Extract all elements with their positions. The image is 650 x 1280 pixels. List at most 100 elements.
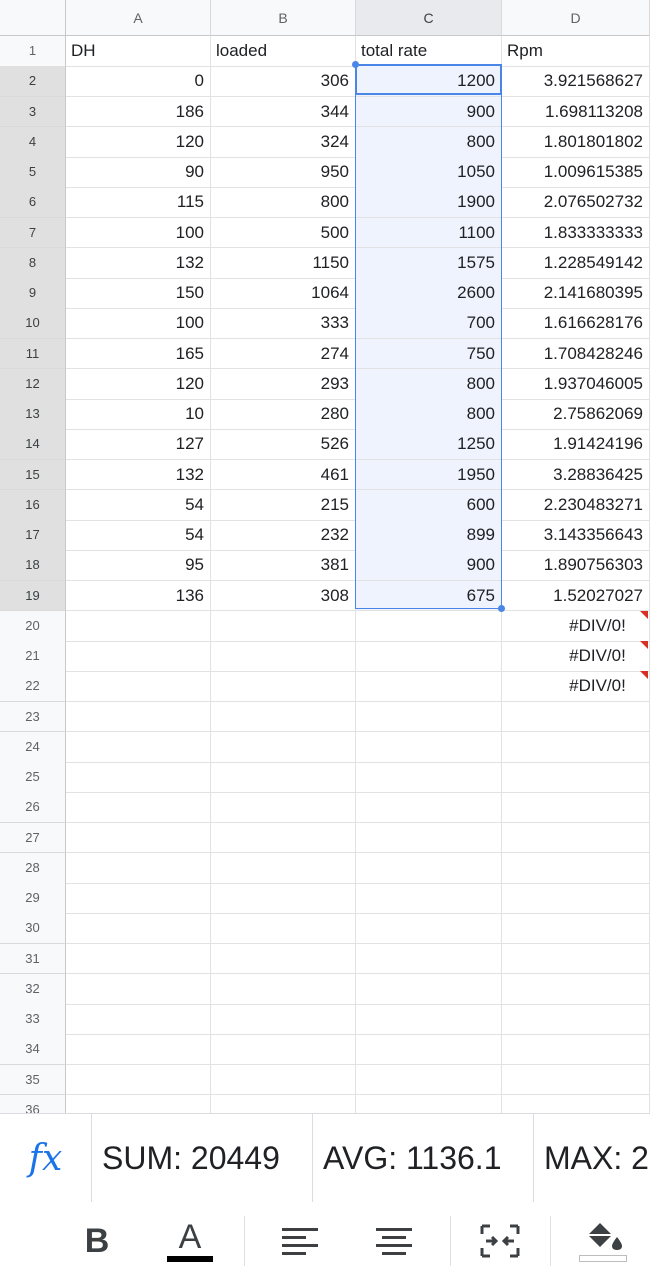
- cell-c23[interactable]: [356, 701, 502, 733]
- cell-d33[interactable]: [502, 1004, 650, 1035]
- cell-a17[interactable]: 54: [66, 520, 211, 551]
- cell-d31[interactable]: [502, 943, 650, 975]
- cell-d34[interactable]: [502, 1034, 650, 1065]
- cell-c12[interactable]: 800: [356, 368, 502, 400]
- row-header-9[interactable]: 9: [0, 278, 66, 309]
- row-header-24[interactable]: 24: [0, 731, 66, 763]
- row-header-8[interactable]: 8: [0, 247, 66, 279]
- cell-d35[interactable]: [502, 1064, 650, 1096]
- cell-b27[interactable]: [211, 822, 356, 854]
- cell-b10[interactable]: 333: [211, 308, 356, 339]
- cell-c16[interactable]: 600: [356, 489, 502, 521]
- cell-a1[interactable]: DH: [66, 36, 211, 67]
- column-header-d[interactable]: D: [502, 0, 650, 36]
- cell-d12[interactable]: 1.937046005: [502, 368, 650, 400]
- cell-b36[interactable]: [211, 1094, 356, 1113]
- cell-a29[interactable]: [66, 883, 211, 914]
- cell-a16[interactable]: 54: [66, 489, 211, 521]
- row-header-22[interactable]: 22: [0, 671, 66, 702]
- cell-a32[interactable]: [66, 973, 211, 1005]
- cell-b4[interactable]: 324: [211, 126, 356, 158]
- row-header-11[interactable]: 11: [0, 338, 66, 370]
- bold-button[interactable]: B: [66, 1202, 128, 1280]
- cell-d13[interactable]: 2.75862069: [502, 399, 650, 430]
- cell-d4[interactable]: 1.801801802: [502, 126, 650, 158]
- cell-d21[interactable]: #DIV/0!: [502, 641, 650, 672]
- cell-c35[interactable]: [356, 1064, 502, 1096]
- cell-a19[interactable]: 136: [66, 580, 211, 612]
- cell-a5[interactable]: 90: [66, 157, 211, 188]
- cell-a26[interactable]: [66, 792, 211, 823]
- formula-button[interactable]: fx: [0, 1114, 92, 1202]
- column-header-c[interactable]: C: [356, 0, 502, 36]
- row-header-4[interactable]: 4: [0, 126, 66, 158]
- row-header-6[interactable]: 6: [0, 187, 66, 218]
- cell-d14[interactable]: 1.91424196: [502, 429, 650, 460]
- spreadsheet-grid[interactable]: A B C D 1 2 3 4 5 6 7 8 9 10 11 12 13 14 15 16 17 18 19 20 2…: [0, 0, 650, 1113]
- column-header-a[interactable]: A: [66, 0, 211, 36]
- cell-a8[interactable]: 132: [66, 247, 211, 279]
- cell-b9[interactable]: 1064: [211, 278, 356, 309]
- stat-sum[interactable]: SUM: 20449: [92, 1114, 313, 1202]
- cell-a31[interactable]: [66, 943, 211, 975]
- cell-c27[interactable]: [356, 822, 502, 854]
- row-header-20[interactable]: 20: [0, 610, 66, 642]
- cell-d24[interactable]: [502, 731, 650, 763]
- cell-d8[interactable]: 1.228549142: [502, 247, 650, 279]
- row-header-1[interactable]: 1: [0, 36, 66, 67]
- cell-c20[interactable]: [356, 610, 502, 642]
- cell-d36[interactable]: [502, 1094, 650, 1113]
- row-header-32[interactable]: 32: [0, 973, 66, 1005]
- merge-cells-button[interactable]: [470, 1202, 530, 1280]
- cell-d29[interactable]: [502, 883, 650, 914]
- cell-b12[interactable]: 293: [211, 368, 356, 400]
- cell-b8[interactable]: 1150: [211, 247, 356, 279]
- row-header-26[interactable]: 26: [0, 792, 66, 823]
- stat-avg[interactable]: AVG: 1136.1: [313, 1114, 534, 1202]
- cell-b17[interactable]: 232: [211, 520, 356, 551]
- row-header-18[interactable]: 18: [0, 550, 66, 581]
- cell-d11[interactable]: 1.708428246: [502, 338, 650, 370]
- cell-a11[interactable]: 165: [66, 338, 211, 370]
- cell-b30[interactable]: [211, 913, 356, 944]
- cell-b13[interactable]: 280: [211, 399, 356, 430]
- row-header-29[interactable]: 29: [0, 883, 66, 914]
- cell-b29[interactable]: [211, 883, 356, 914]
- cell-d9[interactable]: 2.141680395: [502, 278, 650, 309]
- cell-a3[interactable]: 186: [66, 96, 211, 128]
- row-header-23[interactable]: 23: [0, 701, 66, 733]
- cell-c21[interactable]: [356, 641, 502, 672]
- row-header-2[interactable]: 2: [0, 66, 66, 97]
- cell-a24[interactable]: [66, 731, 211, 763]
- row-header-36[interactable]: 36: [0, 1094, 66, 1113]
- cell-c15[interactable]: 1950: [356, 459, 502, 491]
- cell-a27[interactable]: [66, 822, 211, 854]
- selection-handle-bottom[interactable]: [498, 605, 505, 612]
- cell-c13[interactable]: 800: [356, 399, 502, 430]
- cell-c28[interactable]: [356, 852, 502, 884]
- cell-c29[interactable]: [356, 883, 502, 914]
- cell-c33[interactable]: [356, 1004, 502, 1035]
- cell-c25[interactable]: [356, 762, 502, 793]
- cell-a10[interactable]: 100: [66, 308, 211, 339]
- cell-c31[interactable]: [356, 943, 502, 975]
- cell-b18[interactable]: 381: [211, 550, 356, 581]
- cell-d28[interactable]: [502, 852, 650, 884]
- cell-c18[interactable]: 900: [356, 550, 502, 581]
- row-header-3[interactable]: 3: [0, 96, 66, 128]
- row-header-12[interactable]: 12: [0, 368, 66, 400]
- cell-b11[interactable]: 274: [211, 338, 356, 370]
- cell-d5[interactable]: 1.009615385: [502, 157, 650, 188]
- row-header-19[interactable]: 19: [0, 580, 66, 612]
- cell-c34[interactable]: [356, 1034, 502, 1065]
- cell-c22[interactable]: [356, 671, 502, 702]
- row-header-5[interactable]: 5: [0, 157, 66, 188]
- cell-a22[interactable]: [66, 671, 211, 702]
- row-header-34[interactable]: 34: [0, 1034, 66, 1065]
- cell-a18[interactable]: 95: [66, 550, 211, 581]
- cell-c32[interactable]: [356, 973, 502, 1005]
- cell-d32[interactable]: [502, 973, 650, 1005]
- row-header-21[interactable]: 21: [0, 641, 66, 672]
- cell-c5[interactable]: 1050: [356, 157, 502, 188]
- cell-c14[interactable]: 1250: [356, 429, 502, 460]
